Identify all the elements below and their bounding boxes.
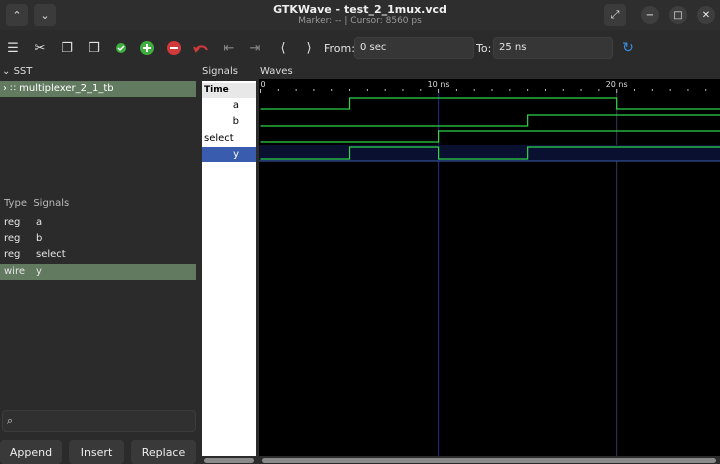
title-bar: ⌃ ⌄ GTKWave - test_2_1mux.vcd Marker: --… [0, 0, 720, 30]
signals-scrollbar[interactable] [204, 458, 254, 463]
signal-label-b[interactable]: b [202, 114, 256, 129]
signal-name: select [36, 249, 66, 260]
waves-scrollbar[interactable] [262, 458, 716, 463]
signal-type: reg [4, 217, 21, 228]
time-tick-label: 20 ns [606, 80, 628, 89]
signal-search-input[interactable]: ⌕ [2, 410, 196, 432]
time-tick-label: 0 [261, 80, 266, 89]
minimize-icon[interactable]: − [641, 6, 659, 24]
signal-name: b [36, 233, 43, 244]
refresh-icon[interactable]: ↻ [619, 39, 637, 57]
chevron-right-icon[interactable]: › [3, 83, 7, 94]
signal-label-a[interactable]: a [202, 98, 256, 113]
copy-icon[interactable]: ❐ [58, 39, 76, 57]
cut-icon[interactable]: ✂ [31, 39, 49, 57]
to-label: To: [476, 42, 492, 55]
waveform-select [260, 130, 720, 143]
undo-icon[interactable] [192, 39, 210, 57]
module-tree-icon: ∷ [10, 84, 16, 94]
waves-canvas[interactable]: 0 10 ns 20 ns [259, 79, 720, 456]
tree-item-testbench[interactable]: › ∷ multiplexer_2_1_tb [0, 81, 196, 97]
signal-label-select[interactable]: select [202, 131, 256, 146]
select-all-icon[interactable] [112, 39, 130, 57]
zoom-in-icon[interactable] [138, 39, 156, 57]
hamburger-menu-icon[interactable]: ☰ [4, 39, 22, 57]
tree-item-label: multiplexer_2_1_tb [19, 83, 114, 94]
list-item-selected[interactable]: wire y [0, 264, 196, 280]
jump-start-icon[interactable]: ⇤ [220, 39, 238, 57]
signals-panel[interactable]: Time a b select y [202, 81, 256, 456]
toolbar: ☰ ✂ ❐ ❒ ⇤ ⇥ ⟨ ⟩ From: 0 sec To: 25 ns ↻ [0, 30, 720, 66]
signal-list-header: Type Signals [4, 198, 69, 209]
to-input[interactable]: 25 ns [493, 37, 613, 59]
from-input[interactable]: 0 sec [354, 37, 474, 59]
waveform-b [260, 114, 720, 127]
close-icon[interactable]: ✕ [697, 6, 715, 24]
signal-name: a [36, 217, 43, 228]
list-item[interactable]: reg b [0, 231, 196, 247]
replace-button[interactable]: Replace [131, 440, 196, 464]
expand-arrow-icon[interactable]: ⌄ [2, 66, 10, 77]
signals-column-header: Signals [33, 198, 70, 209]
zoom-out-icon[interactable] [165, 39, 183, 57]
jump-end-icon[interactable]: ⇥ [246, 39, 264, 57]
list-item[interactable]: reg select [0, 247, 196, 263]
list-item[interactable]: reg a [0, 215, 196, 231]
append-button[interactable]: Append [0, 440, 62, 464]
signal-type: reg [4, 233, 21, 244]
prev-icon[interactable]: ⟨ [274, 39, 292, 57]
waves-panel-title: Waves [260, 66, 293, 77]
sst-title: SST [13, 66, 33, 77]
type-column-header: Type [4, 198, 27, 209]
paste-icon[interactable]: ❒ [85, 39, 103, 57]
from-label: From: [324, 42, 355, 55]
insert-button[interactable]: Insert [69, 440, 124, 464]
next-icon[interactable]: ⟩ [300, 39, 318, 57]
sst-header[interactable]: ⌄ SST [0, 66, 200, 80]
signal-label-y[interactable]: y [202, 147, 256, 162]
search-icon: ⌕ [7, 414, 14, 427]
maximize-icon[interactable]: □ [669, 6, 687, 24]
signal-name: y [36, 266, 42, 277]
time-row-label: Time [202, 83, 256, 98]
signals-panel-title: Signals [202, 66, 238, 77]
time-tick-label: 10 ns [428, 80, 450, 89]
fullscreen-icon[interactable]: ⤢ [604, 4, 626, 26]
signal-type: reg [4, 249, 21, 260]
signal-type: wire [4, 266, 26, 277]
waveform-a [260, 97, 720, 110]
